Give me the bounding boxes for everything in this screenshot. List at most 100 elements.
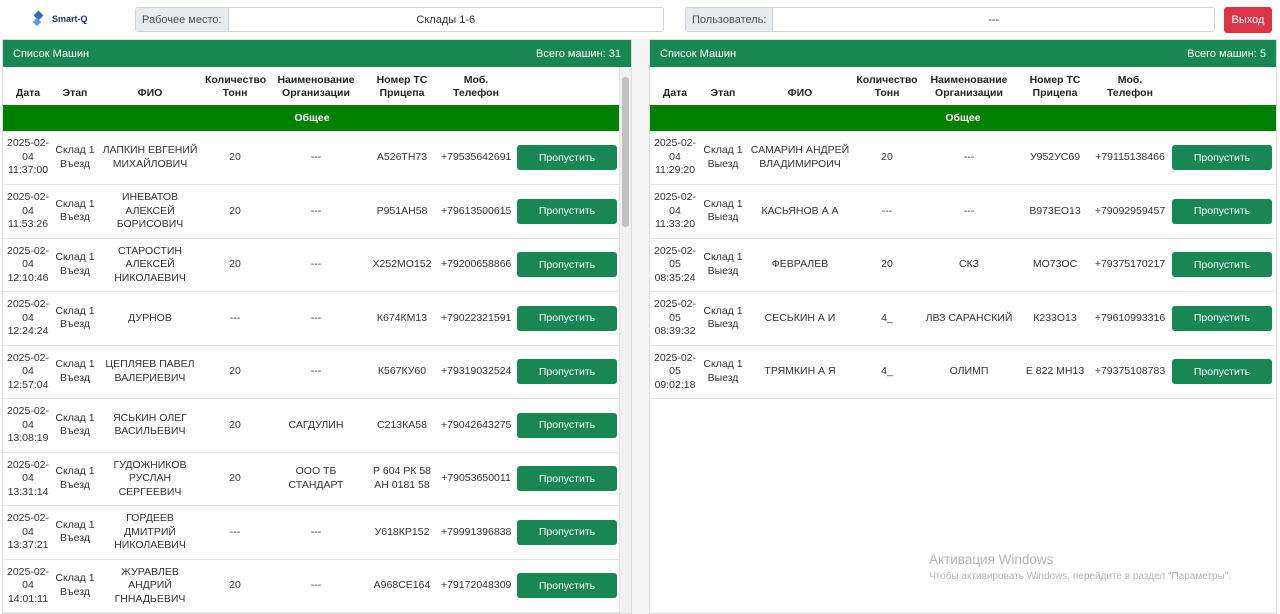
cell-name: ЦЕПЛЯЕВ ПАВЕЛ ВАЛЕРИЕВИЧ (97, 345, 203, 399)
table-row: 2025-02-05 09:02:18 Склад 1 Выезд ТРЯМКИН … (650, 345, 1276, 399)
cell-tons: 20 (854, 238, 920, 292)
col-header-tons[interactable]: Количество Тонн (203, 67, 267, 105)
workplace-field[interactable]: Рабочее место: Склады 1-6 (135, 7, 664, 32)
cell-tons: 20 (203, 559, 267, 613)
cell-plate: К233О13 (1018, 291, 1092, 346)
cell-date: 2025-02-05 09:02:18 (650, 345, 700, 399)
logout-button[interactable]: Выход (1224, 7, 1272, 33)
logo-text: Smart-Q (52, 14, 88, 24)
pass-button[interactable]: Пропустить (1172, 198, 1272, 224)
cell-plate: Р951АН58 (365, 184, 439, 239)
cell-tons: 20 (203, 184, 267, 239)
workplace-value[interactable]: Склады 1-6 (229, 8, 663, 31)
table-header-row: Дата Этап ФИО Количество Тонн Наименован… (3, 67, 619, 105)
cell-name: ЯСЬКИН ОЛЕГ ВАСИЛЬЕВИЧ (97, 398, 203, 453)
pass-button[interactable]: Пропустить (1172, 305, 1272, 331)
cell-phone: +79613500615 (439, 184, 513, 239)
cell-organization: САГДУЛИН (267, 398, 365, 453)
col-header-stage[interactable]: Этап (53, 67, 97, 105)
scrollbar-thumb[interactable] (622, 77, 629, 227)
cell-phone: +79053650011 (439, 452, 513, 506)
cell-plate: Р 604 РК 58 АН 0181 58 (365, 452, 439, 506)
cell-phone: +79172048309 (439, 559, 513, 613)
windows-activation-watermark: Активация Windows Чтобы активировать Win… (929, 552, 1231, 582)
col-header-phone[interactable]: Моб. Телефон (439, 67, 513, 105)
vertical-scrollbar[interactable] (619, 67, 631, 613)
pass-button[interactable]: Пропустить (1172, 145, 1272, 170)
col-header-tons[interactable]: Количество Тонн (854, 67, 920, 105)
cell-date: 2025-02-04 11:53:26 (3, 184, 53, 239)
cell-phone: +79022321591 (439, 291, 513, 346)
table-row: 2025-02-04 14:01:11 Склад 1 Въезд ЖУРАВЛЕВ… (3, 559, 619, 613)
cell-phone: +79375108783 (1092, 345, 1168, 399)
cell-organization: --- (267, 505, 365, 560)
cell-phone: +79200658866 (439, 238, 513, 292)
cell-date: 2025-02-04 14:01:11 (3, 559, 53, 613)
pass-button[interactable]: Пропустить (517, 305, 617, 331)
cell-plate: МО73ОС (1018, 238, 1092, 292)
cell-name: ДУРНОВ (97, 291, 203, 346)
pass-button[interactable]: Пропустить (1172, 252, 1272, 278)
col-header-action (1168, 67, 1276, 105)
pass-button[interactable]: Пропустить (517, 198, 617, 224)
cell-date: 2025-02-05 08:35:24 (650, 238, 700, 292)
table-row: 2025-02-04 12:10:46 Склад 1 Въезд СТАРОСТИ… (3, 238, 619, 292)
table-header-row: Дата Этап ФИО Количество Тонн Наименован… (650, 67, 1276, 105)
cell-phone: +79092959457 (1092, 184, 1168, 239)
cell-name: КАСЬЯНОВ А А (746, 184, 854, 239)
cell-stage: Склад 1 Въезд (53, 452, 97, 506)
pass-button[interactable]: Пропустить (517, 359, 617, 385)
cell-plate: К567КУ60 (365, 345, 439, 399)
left-rows: Общее 2025-02-04 11:37:00 Склад 1 Въезд ЛА… (3, 105, 619, 613)
cell-stage: Склад 1 Въезд (53, 345, 97, 399)
cell-action: Пропустить (513, 559, 619, 613)
cell-name: ГОРДЕЕВ ДМИТРИЙ НИКОЛАЕВИЧ (97, 505, 203, 560)
cell-organization: --- (920, 184, 1018, 239)
user-value[interactable]: --- (773, 8, 1214, 31)
cell-name: СТАРОСТИН АЛЕКСЕЙ НИКОЛАЕВИЧ (97, 238, 203, 292)
pass-button[interactable]: Пропустить (517, 573, 617, 599)
cell-name: ГУДОЖНИКОВ РУСЛАН СЕРГЕЕВИЧ (97, 452, 203, 506)
panel-divider (632, 39, 649, 614)
cell-phone: +79610993316 (1092, 291, 1168, 346)
table-row: 2025-02-04 13:31:14 Склад 1 Въезд ГУДОЖНИК… (3, 452, 619, 506)
cell-action: Пропустить (1168, 238, 1276, 292)
cell-organization: ОЛИМП (920, 345, 1018, 399)
cell-phone: +79319032524 (439, 345, 513, 399)
pass-button[interactable]: Пропустить (517, 412, 617, 438)
col-header-name[interactable]: ФИО (746, 67, 854, 105)
col-header-date[interactable]: Дата (650, 67, 700, 105)
col-header-plate[interactable]: Номер ТС Прицепа (365, 67, 439, 105)
pass-button[interactable]: Пропустить (517, 519, 617, 545)
table-row: 2025-02-04 12:24:24 Склад 1 Въезд ДУРНОВ --… (3, 291, 619, 346)
col-header-organization[interactable]: Наименование Организации (267, 67, 365, 105)
cell-organization: СКЗ (920, 238, 1018, 292)
col-header-plate[interactable]: Номер ТС Прицепа (1018, 67, 1092, 105)
cell-action: Пропустить (1168, 291, 1276, 346)
table-row: 2025-02-04 12:57:04 Склад 1 Въезд ЦЕПЛЯЕВ … (3, 345, 619, 399)
pass-button[interactable]: Пропустить (517, 145, 617, 170)
user-field[interactable]: Пользователь: --- (685, 7, 1215, 32)
exit-vehicle-list-panel: Список Машин Всего машин: 5 Дата Этап ФИ… (649, 39, 1277, 614)
logo: Smart-Q (31, 9, 101, 29)
cell-stage: Склад 1 Выезд (700, 291, 746, 346)
cell-name: ФЕВРАЛЕВ (746, 238, 854, 292)
col-header-date[interactable]: Дата (3, 67, 53, 105)
vehicle-count: Всего машин: 5 (1187, 47, 1266, 60)
pass-button[interactable]: Пропустить (517, 252, 617, 278)
cell-plate: В973ЕО13 (1018, 184, 1092, 239)
cell-action: Пропустить (513, 131, 619, 185)
pass-button[interactable]: Пропустить (517, 466, 617, 492)
col-header-stage[interactable]: Этап (700, 67, 746, 105)
cell-stage: Склад 1 Въезд (53, 559, 97, 613)
cell-plate: У618КР152 (365, 505, 439, 560)
cell-action: Пропустить (513, 184, 619, 239)
cell-tons: 20 (203, 452, 267, 506)
group-label: Общее (3, 105, 619, 131)
pass-button[interactable]: Пропустить (1172, 359, 1272, 385)
col-header-phone[interactable]: Моб. Телефон (1092, 67, 1168, 105)
cell-stage: Склад 1 Выезд (700, 345, 746, 399)
col-header-organization[interactable]: Наименование Организации (920, 67, 1018, 105)
cell-date: 2025-02-04 11:29:20 (650, 131, 700, 185)
col-header-name[interactable]: ФИО (97, 67, 203, 105)
